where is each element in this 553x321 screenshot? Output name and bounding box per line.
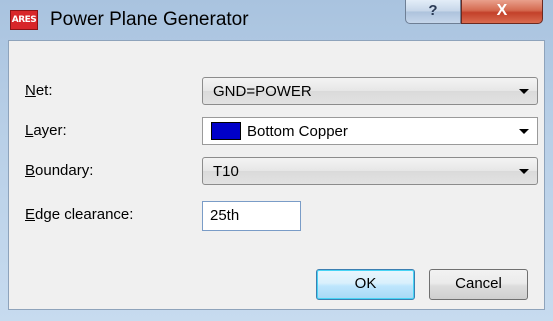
- net-select-value: GND=POWER: [213, 83, 312, 100]
- edge-clearance-input[interactable]: 25th: [202, 201, 301, 231]
- boundary-row: Boundary: T10: [9, 157, 544, 187]
- close-icon: X: [496, 2, 508, 19]
- edge-clearance-row: Edge clearance: 25th: [9, 201, 544, 231]
- ok-button[interactable]: OK: [316, 269, 415, 300]
- help-icon: ?: [428, 2, 438, 19]
- close-button[interactable]: X: [461, 0, 543, 24]
- title-bar[interactable]: ARES Power Plane Generator ? X: [0, 0, 553, 38]
- layer-select[interactable]: Bottom Copper: [202, 117, 538, 145]
- chevron-down-icon: [519, 169, 529, 174]
- boundary-select[interactable]: T10: [202, 157, 538, 185]
- chevron-down-icon: [519, 129, 529, 134]
- layer-select-value: Bottom Copper: [247, 123, 348, 140]
- layer-label: Layer:: [25, 122, 67, 139]
- net-row: Net: GND=POWER: [9, 77, 544, 107]
- chevron-down-icon: [519, 89, 529, 94]
- edge-clearance-label: Edge clearance:: [25, 206, 134, 223]
- boundary-select-value: T10: [213, 163, 239, 180]
- boundary-label: Boundary:: [25, 162, 94, 179]
- help-button[interactable]: ?: [405, 0, 461, 24]
- layer-row: Layer: Bottom Copper: [9, 117, 544, 147]
- window-title: Power Plane Generator: [50, 9, 249, 30]
- layer-color-swatch: [211, 122, 241, 140]
- cancel-button[interactable]: Cancel: [429, 269, 528, 300]
- ares-app-icon: ARES: [10, 10, 38, 30]
- net-select[interactable]: GND=POWER: [202, 77, 538, 105]
- power-plane-generator-dialog: ARES Power Plane Generator ? X Net: GND=…: [0, 0, 553, 321]
- net-label: Net:: [25, 82, 53, 99]
- dialog-client-area: Net: GND=POWER Layer: Bottom Copper Boun…: [8, 40, 545, 310]
